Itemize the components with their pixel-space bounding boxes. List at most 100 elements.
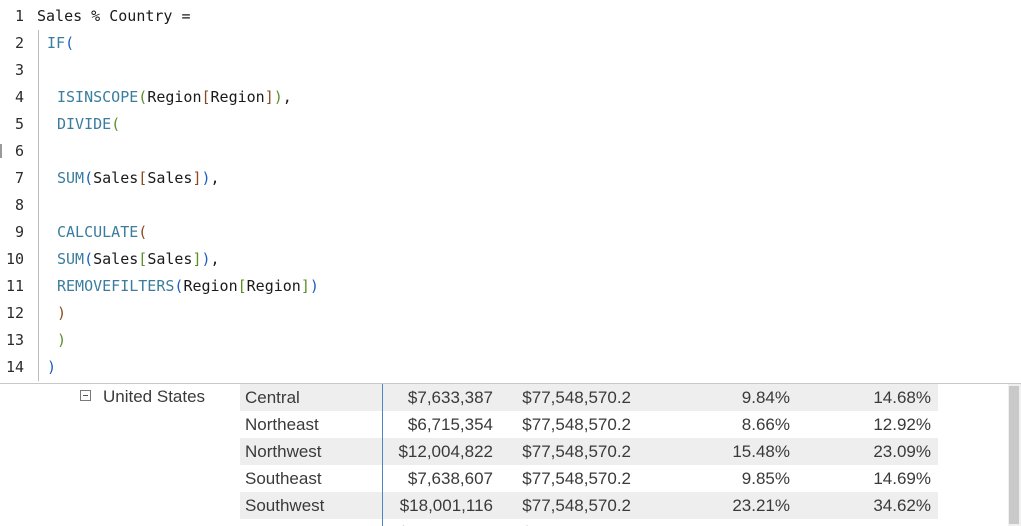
- line-number: 10: [5, 250, 24, 268]
- line-number: 3: [14, 61, 24, 79]
- region-cell: Northeast: [245, 415, 319, 434]
- code-token: SUM: [57, 169, 85, 187]
- code-token: Sales: [93, 250, 139, 268]
- total-sales-cell: $77,548,570.2: [522, 519, 631, 526]
- code-line[interactable]: 3: [0, 57, 1021, 84]
- percent-cell: 9.84%: [741, 388, 790, 407]
- code-token: (: [138, 223, 148, 241]
- code-text: ): [47, 354, 56, 381]
- indent-guide: [38, 165, 39, 192]
- code-token: Sales: [147, 250, 193, 268]
- line-number: 9: [14, 223, 24, 241]
- line-number: 6: [14, 142, 24, 160]
- code-token: ): [201, 169, 211, 187]
- indent-guide: [38, 300, 39, 327]
- code-token: CALCULATE: [57, 223, 139, 241]
- code-line[interactable]: 10 SUM(Sales[Sales]),: [0, 246, 1021, 273]
- table-row: Central $7,633,387 $77,548,570.2 9.84% 14.68…: [240, 384, 938, 411]
- line-number: 8: [14, 196, 24, 214]
- code-token: ): [273, 88, 283, 106]
- table-row: Total $51,993,286 $77,548,570.2 67.05%: [240, 519, 938, 526]
- code-token: Region: [246, 277, 301, 295]
- code-token: ): [57, 331, 67, 349]
- sales-cell: $12,004,822: [398, 442, 493, 461]
- indent-guide: [38, 84, 39, 111]
- code-token: (: [111, 115, 121, 133]
- sales-cell: $51,993,286: [398, 519, 493, 526]
- dax-formula-editor[interactable]: 1 Sales % Country = 2 IF(3 4 ISINSCOPE(Region…: [0, 0, 1021, 384]
- indent-guide: [38, 192, 39, 219]
- code-line[interactable]: 6: [0, 138, 1021, 165]
- code-token: ,: [210, 250, 220, 268]
- line-number: 14: [5, 358, 24, 376]
- indent-guide: [38, 57, 39, 84]
- indent-guide: [38, 327, 39, 354]
- region-cell: Central: [245, 388, 300, 407]
- total-sales-cell: $77,548,570.2: [522, 388, 631, 407]
- code-line[interactable]: 14): [0, 354, 1021, 381]
- scrollbar-thumb[interactable]: [1009, 386, 1019, 524]
- column-divider[interactable]: [382, 384, 383, 526]
- region-cell: Northwest: [245, 442, 322, 461]
- code-text: CALCULATE(: [57, 219, 147, 246]
- line-number: 2: [14, 34, 24, 52]
- code-token: ): [57, 304, 67, 322]
- code-token: [: [237, 277, 247, 295]
- code-text: ISINSCOPE(Region[Region]),: [57, 84, 292, 111]
- code-line[interactable]: 12): [0, 300, 1021, 327]
- code-line[interactable]: 5 DIVIDE(: [0, 111, 1021, 138]
- code-token: ISINSCOPE: [57, 88, 139, 106]
- indent-guide: [38, 246, 39, 273]
- code-line[interactable]: 9 CALCULATE(: [0, 219, 1021, 246]
- code-line[interactable]: 1 Sales % Country =: [0, 3, 1021, 30]
- collapse-icon[interactable]: [80, 390, 91, 401]
- code-token: ,: [210, 169, 220, 187]
- indent-guide: [38, 273, 39, 300]
- line-number: 4: [14, 88, 24, 106]
- total-sales-cell: $77,548,570.2: [522, 442, 631, 461]
- sales-cell: $7,633,387: [407, 388, 493, 407]
- code-token: DIVIDE: [57, 115, 112, 133]
- code-token: REMOVEFILTERS: [57, 277, 175, 295]
- line-number: 12: [5, 304, 24, 322]
- code-token: ]: [192, 169, 202, 187]
- code-token: Sales: [93, 169, 139, 187]
- code-line[interactable]: 4 ISINSCOPE(Region[Region]),: [0, 84, 1021, 111]
- total-sales-cell: $77,548,570.2: [522, 469, 631, 488]
- code-token: ,: [282, 88, 292, 106]
- percent-country-cell: 12.92%: [873, 415, 931, 434]
- table-row: Northwest $12,004,822 $77,548,570.2 15.48% 2…: [240, 438, 938, 465]
- code-line[interactable]: 2 IF(: [0, 30, 1021, 57]
- total-sales-cell: $77,548,570.2: [522, 415, 631, 434]
- percent-cell: 8.66%: [741, 415, 790, 434]
- region-cell: Southeast: [245, 469, 322, 488]
- percent-cell: 9.85%: [741, 469, 790, 488]
- code-token: ): [201, 250, 211, 268]
- code-token: (: [84, 169, 94, 187]
- code-token: (: [138, 88, 148, 106]
- code-token: [: [138, 250, 148, 268]
- percent-country-cell: 34.62%: [873, 496, 931, 515]
- code-token: Sales: [147, 169, 193, 187]
- percent-cell: 67.05%: [732, 519, 790, 526]
- indent-guide: [38, 111, 39, 138]
- code-line[interactable]: 8: [0, 192, 1021, 219]
- code-token: ]: [300, 277, 310, 295]
- code-token: (: [84, 250, 94, 268]
- code-token: [: [201, 88, 211, 106]
- code-line[interactable]: 7 SUM(Sales[Sales]),: [0, 165, 1021, 192]
- percent-cell: 15.48%: [732, 442, 790, 461]
- indent-guide: [38, 138, 39, 165]
- code-token: SUM: [57, 250, 85, 268]
- table-row: Southwest $18,001,116 $77,548,570.2 23.21% 3…: [240, 492, 938, 519]
- code-line[interactable]: 13): [0, 327, 1021, 354]
- code-text: DIVIDE(: [57, 111, 120, 138]
- code-text: SUM(Sales[Sales]),: [57, 246, 220, 273]
- code-text: SUM(Sales[Sales]),: [57, 165, 220, 192]
- code-text: ): [57, 327, 66, 354]
- code-line[interactable]: 11 REMOVEFILTERS(Region[Region]): [0, 273, 1021, 300]
- table-row: Southeast $7,638,607 $77,548,570.2 9.85% 14.…: [240, 465, 938, 492]
- region-cell: Southwest: [245, 496, 325, 515]
- percent-cell: 23.21%: [732, 496, 790, 515]
- sales-cell: $7,638,607: [407, 469, 493, 488]
